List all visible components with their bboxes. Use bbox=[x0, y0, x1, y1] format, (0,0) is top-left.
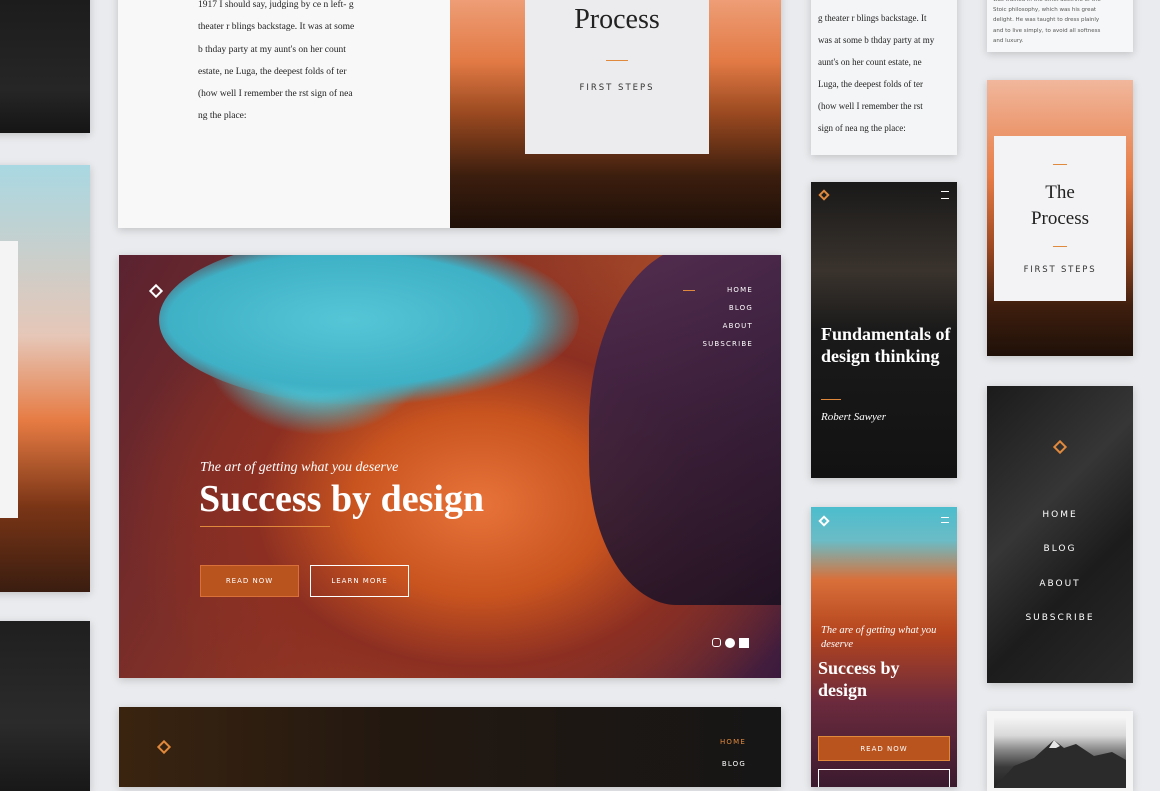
process-divider bbox=[606, 60, 628, 61]
left-process-overlay bbox=[0, 241, 18, 518]
hero-nav-active-marker bbox=[683, 290, 695, 291]
right-process-panel: The Process FIRST STEPS bbox=[994, 136, 1126, 301]
right-process-subtitle: FIRST STEPS bbox=[1023, 265, 1097, 275]
process-title: Process bbox=[574, 4, 660, 35]
phone-fund-menu-icon[interactable] bbox=[941, 191, 949, 199]
phone-hero-card: The are of getting what you deserve Succ… bbox=[811, 507, 957, 787]
phone-second-button[interactable] bbox=[818, 769, 950, 787]
phone-hero-logo-icon[interactable] bbox=[818, 515, 830, 527]
right-menu-card: HOME BLOG ABOUT SUBSCRIBE bbox=[987, 386, 1133, 683]
hero-social bbox=[712, 638, 749, 648]
left-dark-card-bottom bbox=[0, 621, 90, 791]
right-body-text: was trained in the strict doctrine of th… bbox=[993, 0, 1101, 44]
bottom-logo-icon[interactable] bbox=[156, 739, 172, 755]
hero-title: Success by design bbox=[199, 478, 485, 520]
phone-text-card: g theater r blings backstage. It was at … bbox=[811, 0, 957, 155]
phone-fund-logo-icon[interactable] bbox=[818, 189, 830, 201]
hero-nav-home[interactable]: HOME bbox=[633, 286, 753, 304]
hero-card: HOME BLOG ABOUT SUBSCRIBE The art of get… bbox=[119, 255, 781, 678]
phone-fund-author: Robert Sawyer bbox=[821, 411, 887, 423]
hero-sky bbox=[159, 255, 579, 405]
pinterest-icon[interactable] bbox=[725, 638, 735, 648]
read-now-button[interactable]: READ NOW bbox=[200, 565, 299, 597]
bottom-bar-card: HOME BLOG bbox=[119, 707, 781, 787]
hero-logo-icon[interactable] bbox=[148, 283, 164, 299]
book-body-text: 1917 I should say, judging by ce n left-… bbox=[198, 0, 355, 122]
hero-nav-about[interactable]: ABOUT bbox=[633, 322, 753, 340]
hero-nav-blog[interactable]: BLOG bbox=[633, 304, 753, 322]
right-text-card: was trained in the strict doctrine of th… bbox=[987, 0, 1133, 52]
bottom-nav-blog[interactable]: BLOG bbox=[722, 760, 746, 768]
left-dark-card-top bbox=[0, 0, 90, 133]
phone-fund-divider bbox=[821, 399, 841, 400]
mountain-silhouette bbox=[994, 740, 1126, 788]
phone-fund-title: Fundamentals of design thinking bbox=[821, 324, 951, 366]
learn-more-button[interactable]: LEARN MORE bbox=[310, 565, 409, 597]
book-photo: Process FIRST STEPS bbox=[450, 0, 781, 228]
phone-fundamentals-card: Fundamentals of design thinking Robert S… bbox=[811, 182, 957, 478]
right-process-top-line bbox=[1053, 164, 1067, 165]
facebook-icon[interactable] bbox=[739, 638, 749, 648]
phone-body-text: g theater r blings backstage. It was at … bbox=[818, 13, 935, 133]
instagram-icon[interactable] bbox=[712, 638, 721, 647]
left-process-card bbox=[0, 165, 90, 592]
book-card: 1917 I should say, judging by ce n left-… bbox=[118, 0, 781, 228]
right-menu-logo-icon[interactable] bbox=[1052, 439, 1068, 455]
right-process-card: The Process FIRST STEPS bbox=[987, 80, 1133, 356]
hero-tagline: The art of getting what you deserve bbox=[200, 460, 399, 475]
phone-hero-title: Success by design bbox=[818, 658, 900, 700]
right-mountain-card bbox=[987, 711, 1133, 791]
mountain-photo bbox=[994, 718, 1126, 788]
phone-read-now-button[interactable]: READ NOW bbox=[818, 736, 950, 761]
right-process-title: The Process bbox=[1030, 182, 1090, 229]
bottom-nav-home[interactable]: HOME bbox=[720, 738, 746, 746]
right-menu-subscribe[interactable]: SUBSCRIBE bbox=[987, 613, 1133, 623]
right-menu-home[interactable]: HOME bbox=[987, 510, 1133, 520]
right-process-mid-line bbox=[1053, 246, 1067, 247]
right-menu-blog[interactable]: BLOG bbox=[987, 544, 1133, 554]
phone-hero-menu-icon[interactable] bbox=[941, 517, 949, 523]
process-panel: Process FIRST STEPS bbox=[525, 0, 709, 154]
process-subtitle: FIRST STEPS bbox=[579, 83, 655, 93]
hero-title-underline bbox=[200, 526, 330, 527]
hero-nav-subscribe[interactable]: SUBSCRIBE bbox=[633, 340, 753, 358]
phone-hero-tagline: The are of getting what you deserve bbox=[821, 625, 937, 650]
right-menu-about[interactable]: ABOUT bbox=[987, 579, 1133, 589]
hero-nav: HOME BLOG ABOUT SUBSCRIBE bbox=[633, 286, 753, 358]
